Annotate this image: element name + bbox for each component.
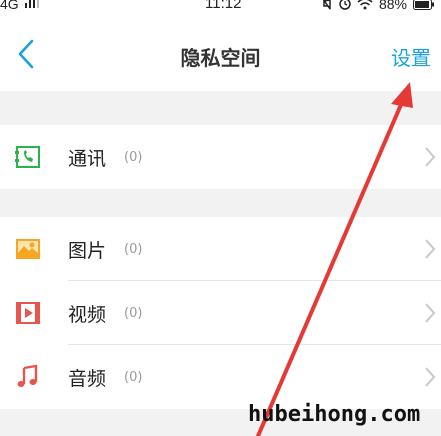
item-count: (0) <box>124 242 143 257</box>
page-title: 隐私空间 <box>180 46 261 70</box>
wifi-icon <box>357 0 373 10</box>
battery-percent: 88% <box>378 0 407 12</box>
status-time: 11:12 <box>205 0 242 12</box>
video-icon <box>16 302 40 324</box>
music-icon <box>17 364 38 387</box>
watermark: hubeihong.com <box>248 402 421 427</box>
item-label: 通讯 <box>68 148 107 170</box>
item-count: (0) <box>124 306 143 321</box>
signal-icon <box>24 0 39 8</box>
item-label: 视频 <box>68 304 107 326</box>
chevron-right-icon <box>425 147 436 167</box>
network-type: 4G <box>0 0 19 12</box>
status-bar: 4G 11:12 88% <box>0 0 441 16</box>
chevron-right-icon <box>425 303 436 323</box>
chevron-right-icon <box>425 367 436 387</box>
status-right: 88% <box>321 0 435 12</box>
item-label: 音频 <box>68 368 107 390</box>
battery-icon <box>413 0 434 10</box>
item-count: (0) <box>124 370 143 385</box>
list-item-videos[interactable]: 视频 (0) <box>0 281 441 345</box>
list-item-audio[interactable]: 音频 (0) <box>0 345 441 409</box>
item-label: 图片 <box>68 240 107 262</box>
contacts-icon <box>15 146 40 168</box>
settings-button[interactable]: 设置 <box>391 42 431 71</box>
chevron-right-icon <box>425 239 436 259</box>
section-gap <box>0 91 441 125</box>
list-item-images[interactable]: 图片 (0) <box>0 217 441 281</box>
list-item-contacts[interactable]: 通讯 (0) <box>0 125 441 189</box>
section-gap <box>0 189 441 217</box>
mute-icon <box>322 0 331 10</box>
item-count: (0) <box>124 150 143 165</box>
alarm-icon <box>339 0 351 10</box>
status-left: 4G <box>0 0 39 12</box>
image-icon <box>16 239 40 259</box>
nav-bar: 隐私空间 设置 <box>0 16 441 91</box>
